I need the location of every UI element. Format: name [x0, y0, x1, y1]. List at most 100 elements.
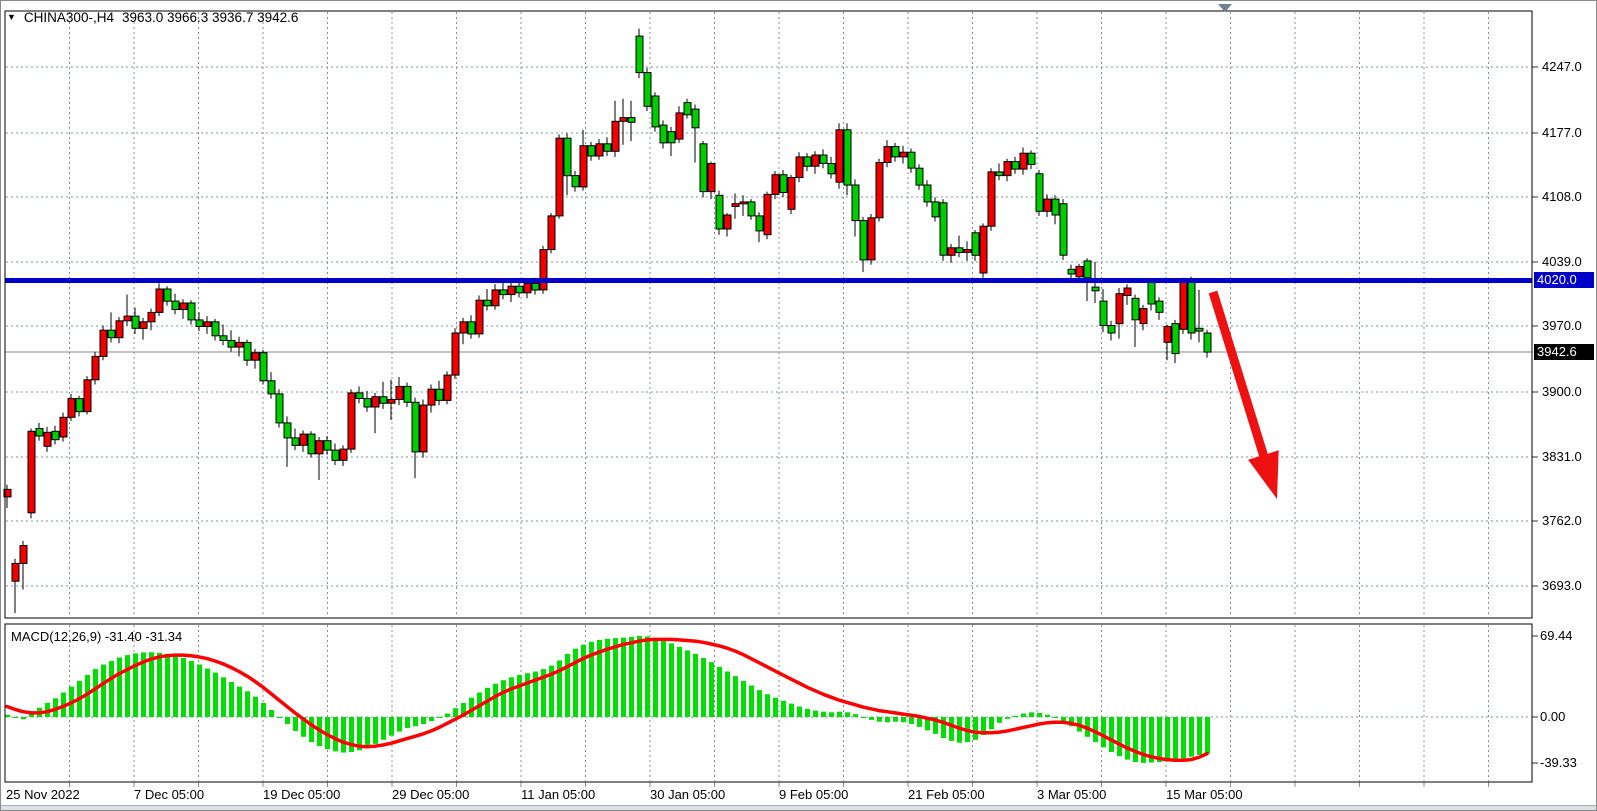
candle-body [140, 322, 147, 329]
candle-body [1156, 301, 1163, 312]
candle-body [100, 330, 107, 356]
candle-body [684, 103, 691, 115]
candle-body [764, 194, 771, 234]
candle-body [668, 132, 675, 143]
candle-body [972, 233, 979, 256]
candle-body [1020, 153, 1027, 169]
macd-bar [949, 717, 954, 741]
macd-bar [205, 669, 210, 718]
macd-bar [701, 658, 706, 717]
macd-bar [245, 691, 250, 717]
macd-bar [181, 658, 186, 717]
macd-bar [773, 698, 778, 717]
candle-body [364, 399, 371, 407]
candle-body [1188, 282, 1195, 334]
candle-body [700, 144, 707, 192]
candle-body [964, 250, 971, 253]
candle-body [1164, 326, 1171, 342]
time-tick-label: 29 Dec 05:00 [392, 787, 469, 802]
candle-body [372, 397, 379, 407]
macd-bar [445, 714, 450, 718]
candle-body [980, 226, 987, 273]
price-tick-label: 3970.0 [1542, 318, 1582, 333]
candle-body [788, 178, 795, 210]
price-tick-label: 3762.0 [1542, 513, 1582, 528]
candle-body [572, 176, 579, 187]
macd-bar [901, 717, 906, 722]
candle-body [148, 312, 155, 321]
macd-bar [1165, 717, 1170, 761]
candle-body [1044, 199, 1051, 211]
candle-body [548, 216, 555, 250]
candle-body [708, 164, 715, 192]
candle-body [564, 138, 571, 176]
price-tick-label: 4177.0 [1542, 125, 1582, 140]
macd-bar [189, 661, 194, 717]
macd-bar [1005, 717, 1010, 719]
macd-bar [613, 638, 618, 717]
mt4-chart-window: ▼ CHINA300-,H4 3963.0 3966.3 3936.7 3942… [0, 0, 1597, 811]
macd-bar [261, 703, 266, 717]
price-tick-label: 3900.0 [1542, 384, 1582, 399]
candle-body [404, 386, 411, 402]
candle-body [756, 216, 763, 231]
macd-bar [805, 709, 810, 717]
candle-body [556, 138, 563, 216]
candle-body [340, 449, 347, 460]
candle-body [924, 185, 931, 202]
candle-body [620, 118, 627, 122]
candle-body [1012, 162, 1019, 170]
candle-body [260, 353, 267, 381]
candle-body [380, 397, 387, 404]
macd-bar [293, 717, 298, 731]
candle-body [884, 147, 891, 163]
candle-body [820, 155, 827, 163]
macd-bar [693, 654, 698, 717]
macd-bar [21, 717, 26, 719]
macd-bar [853, 714, 858, 717]
candle-body [860, 221, 867, 260]
macd-bar [525, 673, 530, 717]
macd-bar [157, 653, 162, 717]
candle-body [876, 163, 883, 218]
macd-bar [309, 717, 314, 742]
candle-body [1052, 199, 1059, 215]
macd-bar [645, 636, 650, 717]
candle-body [84, 380, 91, 412]
macd-bar [813, 711, 818, 717]
macd-bar [709, 662, 714, 717]
candle-body [1180, 282, 1187, 330]
status-strip [1, 805, 1597, 811]
macd-bar [733, 676, 738, 717]
macd-bar [517, 675, 522, 717]
macd-bar [1197, 717, 1202, 755]
candle-body [716, 195, 723, 229]
candle-body [188, 303, 195, 320]
macd-bar [1013, 716, 1018, 717]
candle-body [900, 152, 907, 157]
macd-bar [405, 717, 410, 728]
macd-bar [365, 717, 370, 747]
candle-body [956, 248, 963, 253]
chart-plot-area[interactable] [5, 11, 1532, 618]
candle-body [1036, 174, 1043, 212]
horizontal-line-object[interactable] [5, 278, 1532, 283]
candle-body [1108, 326, 1115, 334]
macd-bar [1205, 717, 1210, 754]
macd-bar [677, 647, 682, 717]
candle-body [324, 441, 331, 450]
candle-body [164, 289, 171, 301]
candle-body [284, 423, 291, 438]
candle-body [1100, 301, 1107, 325]
symbol-dropdown-icon[interactable]: ▼ [7, 11, 16, 24]
macd-bar [13, 717, 18, 718]
candle-body [68, 399, 75, 418]
macd-bar [757, 690, 762, 717]
candle-body [492, 290, 499, 306]
macd-bar [125, 655, 130, 717]
macd-bar [685, 650, 690, 717]
macd-bar [1021, 714, 1026, 718]
price-tick-label: 4108.0 [1542, 189, 1582, 204]
macd-bar [109, 661, 114, 717]
macd-bar [717, 667, 722, 717]
